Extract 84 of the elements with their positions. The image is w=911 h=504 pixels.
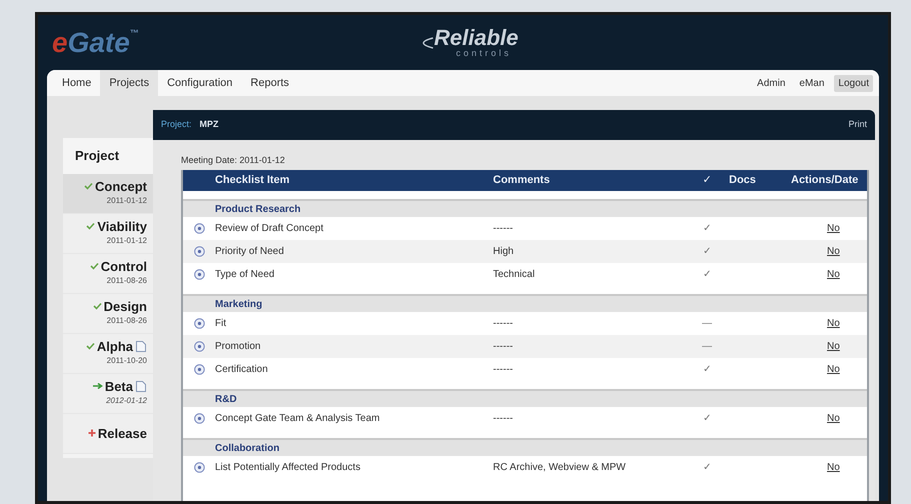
- help-icon[interactable]: [194, 364, 204, 374]
- action-link[interactable]: No: [827, 340, 840, 352]
- check-cell-text: ✓: [702, 222, 712, 236]
- help-icon[interactable]: [194, 412, 204, 424]
- item-cell-text: Concept Gate Team & Analysis Team: [215, 412, 381, 426]
- help-icon[interactable]: [194, 462, 204, 472]
- stage-item[interactable]: Beta 2012-01-12: [63, 374, 153, 414]
- egate-logo: eGate™: [52, 28, 140, 56]
- help-icon[interactable]: [194, 318, 204, 328]
- user-link[interactable]: eMan: [795, 74, 828, 92]
- item-cell-text: Type of Need: [215, 268, 276, 282]
- nav-tab[interactable]: Configuration: [158, 70, 242, 96]
- item-cell-text: Review of Draft Concept: [215, 222, 324, 236]
- user-link[interactable]: Admin: [753, 74, 790, 92]
- stage-date: 2011-10-20: [106, 355, 147, 367]
- item-cell-text: Priority of Need: [215, 244, 285, 258]
- comment-cell-text: Technical: [493, 268, 536, 282]
- group-header: Collaboration: [183, 440, 867, 456]
- meeting-date: Meeting Date: 2011-01-12: [181, 154, 286, 167]
- project-name: MPZ: [200, 118, 219, 132]
- check-cell-text: —: [701, 316, 713, 330]
- column-header: Docs: [728, 172, 757, 188]
- column-header: Checklist Item: [214, 172, 291, 188]
- stage-name: Release: [98, 426, 147, 440]
- stage-date: 2011-08-26: [106, 274, 147, 286]
- check-cell-text: ✓: [702, 268, 712, 282]
- action-link[interactable]: No: [827, 268, 840, 280]
- stage-item[interactable]: Release: [63, 414, 153, 454]
- column-header: ✓: [702, 172, 712, 188]
- stage-item[interactable]: Viability 2011-01-12: [63, 214, 153, 254]
- column-header: Actions/Date: [791, 172, 860, 188]
- comment-cell-text: High: [493, 244, 515, 258]
- document-icon[interactable]: [135, 380, 147, 393]
- action-link[interactable]: No: [827, 222, 840, 234]
- item-cell-text: Certification: [215, 362, 269, 376]
- check-cell-text: ✓: [702, 244, 712, 258]
- help-icon[interactable]: [194, 268, 204, 280]
- user-link[interactable]: Logout: [834, 74, 873, 92]
- group-header: Product Research: [183, 200, 867, 216]
- stage-date: 2012-01-12: [106, 395, 147, 407]
- help-icon[interactable]: [194, 246, 204, 256]
- action-link[interactable]: No: [827, 246, 840, 256]
- check-cell-text: ✓: [702, 362, 712, 376]
- check-cell-text: ✓: [702, 412, 712, 426]
- comment-cell-text: RC Archive, Webview & MPW: [493, 460, 627, 474]
- nav-tab[interactable]: Home: [53, 70, 100, 96]
- group-header: Marketing: [183, 296, 867, 312]
- comment-cell-text: ------: [493, 340, 514, 354]
- item-cell-text: Fit: [215, 316, 228, 330]
- check-cell-text: ✓: [702, 460, 712, 474]
- check-cell-text: —: [701, 340, 713, 354]
- help-icon[interactable]: [194, 222, 204, 234]
- group-header: R&D: [183, 390, 867, 406]
- nav-tab[interactable]: Reports: [242, 70, 298, 96]
- nav-tab[interactable]: Projects: [100, 70, 158, 96]
- comment-cell-text: ------: [493, 316, 514, 330]
- item-cell-text: List Potentially Affected Products: [215, 460, 362, 474]
- stage-item[interactable]: Design 2011-08-26: [63, 294, 153, 334]
- stage-item[interactable]: Concept 2011-01-12: [63, 174, 153, 214]
- stage-item[interactable]: Alpha 2011-10-20: [63, 334, 153, 374]
- stage-name: Alpha: [96, 340, 133, 352]
- stage-item[interactable]: Control 2011-08-26: [63, 254, 153, 294]
- stage-name: Control: [100, 260, 147, 272]
- comment-cell-text: ------: [493, 362, 514, 376]
- help-icon[interactable]: [194, 340, 204, 352]
- stage-name: Design: [104, 300, 147, 312]
- stage-date: 2011-01-12: [106, 234, 147, 246]
- action-link[interactable]: No: [827, 462, 840, 472]
- stage-name: Concept: [95, 180, 147, 192]
- document-icon[interactable]: [135, 340, 147, 353]
- reliable-controls-logo: Reliable controls: [412, 27, 518, 58]
- stage-name: Beta: [104, 380, 133, 392]
- stage-name: Viability: [97, 220, 147, 232]
- item-cell-text: Promotion: [215, 340, 262, 354]
- comment-cell-text: ------: [493, 412, 514, 426]
- column-header: Comments: [493, 172, 551, 188]
- comment-cell-text: ------: [493, 222, 514, 236]
- print-link[interactable]: Print: [848, 118, 867, 132]
- stage-date: 2011-01-12: [106, 194, 147, 206]
- project-label: Project:: [161, 118, 192, 132]
- action-link[interactable]: No: [827, 364, 840, 374]
- action-link[interactable]: No: [827, 412, 840, 424]
- stage-date: 2011-08-26: [106, 314, 147, 326]
- action-link[interactable]: No: [827, 318, 840, 328]
